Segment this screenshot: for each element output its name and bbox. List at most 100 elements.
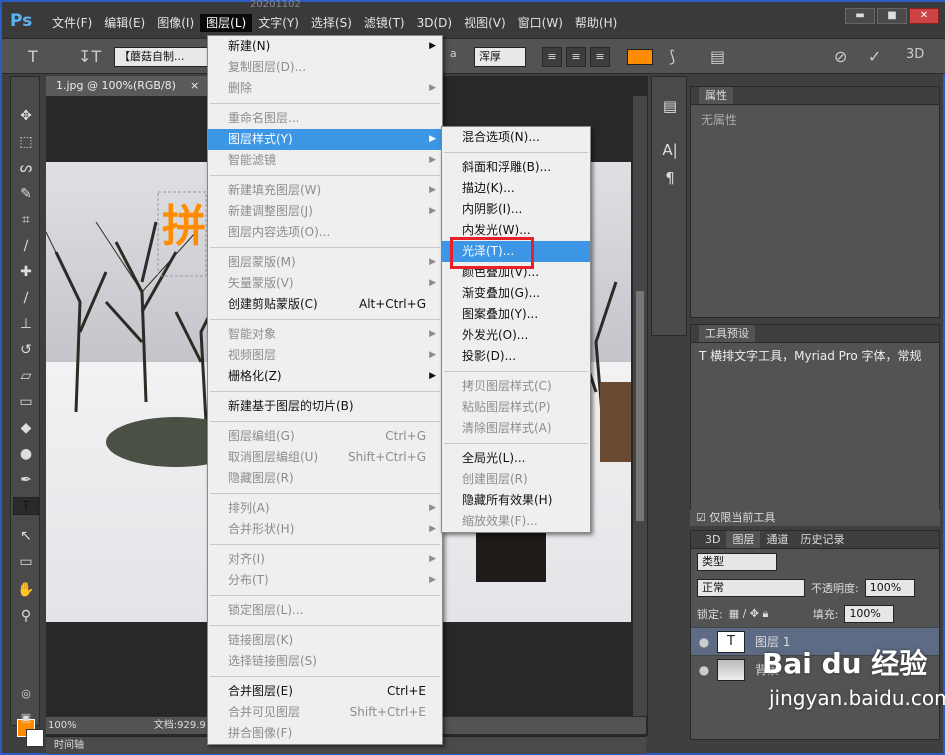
path-select-tool-icon[interactable]: ↖ [13,525,39,547]
layers-tab-3[interactable]: 历史记录 [794,531,850,548]
screen-mode-icon[interactable]: ▣ [13,707,39,729]
history-panel-icon[interactable]: ▤ [660,97,680,115]
submenu-arrow-icon: ▶ [429,350,436,360]
menu-item-label: 图层内容选项(O)... [228,225,331,239]
menu-8[interactable]: 视图(V) [458,14,512,32]
align-right-button[interactable]: ≡ [590,47,610,67]
brush-tool-icon[interactable]: ∕ [13,287,39,309]
text-orientation-icon[interactable]: ↧T [78,47,101,66]
menu-item[interactable]: 图层样式(Y) ▶ [208,129,442,150]
menu-item[interactable]: 隐藏所有效果(H) [442,490,590,511]
maximize-button[interactable]: ■ [877,8,907,24]
type-tool-icon[interactable]: T [13,497,39,515]
pen-tool-icon[interactable]: ✒ [13,469,39,491]
menu-item-label: 拷贝图层样式(C) [462,379,552,393]
menu-item[interactable]: 栅格化(Z) ▶ [208,366,442,387]
visibility-eye-icon[interactable]: ● [691,635,717,649]
blend-mode-select[interactable]: 正常 [697,579,805,597]
blur-tool-icon[interactable]: ◆ [13,417,39,439]
opacity-input[interactable]: 100% [864,579,915,597]
lasso-tool-icon[interactable]: ᔕ [13,157,39,179]
menu-item-label: 渐变叠加(G)... [462,286,541,300]
preset-item[interactable]: T 横排文字工具，Myriad Pro 字体，常规 [691,343,939,368]
menu-item[interactable]: 投影(D)... [442,346,590,367]
menu-0[interactable]: 文件(F) [46,14,98,32]
menu-6[interactable]: 滤镜(T) [358,14,411,32]
antialias-select[interactable]: 浑厚 [474,47,526,67]
menu-item-label: 粘贴图层样式(P) [462,400,551,414]
menu-item-label: 全局光(L)... [462,451,526,465]
lock-icons[interactable]: ▦ ∕ ✥ 🔒︎ [729,607,807,621]
crop-tool-icon[interactable]: ⌗ [13,209,39,231]
paragraph-icon[interactable]: ¶ [660,169,680,187]
menu-4[interactable]: 文字(Y) [252,14,305,32]
zoom-tool-icon[interactable]: ⚲ [13,605,39,627]
character-panel-icon[interactable]: ▤ [710,47,725,66]
vertical-scrollbar[interactable] [633,96,647,716]
layers-tab-1[interactable]: 图层 [726,531,761,548]
dodge-tool-icon[interactable]: ● [13,443,39,465]
cancel-icon[interactable]: ⊘ [834,47,847,66]
menu-item: 新建调整图层(J) ▶ [208,201,442,222]
fill-input[interactable]: 100% [844,605,895,623]
align-left-button[interactable]: ≡ [542,47,562,67]
document-tab[interactable]: 1.jpg @ 100%(RGB/8) × [46,76,211,96]
commit-icon[interactable]: ✓ [868,47,881,66]
layers-tab-0[interactable]: 3D [699,531,726,548]
menu-2[interactable]: 图像(I) [151,14,200,32]
character-icon[interactable]: A| [660,141,680,159]
healing-tool-icon[interactable]: ✚ [13,261,39,283]
scrollbar-thumb[interactable] [636,291,644,521]
menu-item: 取消图层编组(U) Shift+Ctrl+G [208,447,442,468]
eraser-tool-icon[interactable]: ▱ [13,365,39,387]
close-tab-icon[interactable]: × [190,79,199,92]
menu-item[interactable]: 描边(K)... [442,178,590,199]
canvas-text[interactable]: 拼 [162,190,206,254]
layer-filter-select[interactable]: 类型 [697,553,777,571]
menu-item[interactable]: 混合选项(N)... [442,127,590,148]
font-family-select[interactable]: 【蘑菇自制... [114,47,214,67]
menu-9[interactable]: 窗口(W) [512,14,569,32]
layers-tab-2[interactable]: 通道 [760,531,794,548]
text-color-swatch[interactable] [627,49,653,65]
zoom-level[interactable]: 100% [48,720,77,731]
align-center-button[interactable]: ≡ [566,47,586,67]
shape-tool-icon[interactable]: ▭ [13,551,39,573]
history-brush-tool-icon[interactable]: ↺ [13,339,39,361]
close-button[interactable]: ✕ [909,8,939,24]
menu-item[interactable]: 新建基于图层的切片(B) [208,396,442,417]
quick-mask-icon[interactable]: ◎ [13,683,39,705]
menu-item[interactable]: 全局光(L)... [442,448,590,469]
visibility-eye-icon[interactable]: ● [691,663,717,677]
menu-item: 选择链接图层(S) [208,651,442,672]
menu-7[interactable]: 3D(D) [411,14,458,32]
menu-item[interactable]: 外发光(O)... [442,325,590,346]
current-tool-checkbox[interactable]: ☑ [696,511,706,524]
warp-text-icon[interactable]: ⟆ [669,47,675,66]
threed-button[interactable]: 3D [906,47,924,62]
background-color-swatch[interactable] [26,729,44,747]
menu-item[interactable]: 斜面和浮雕(B)... [442,157,590,178]
properties-tab[interactable]: 属性 [699,87,733,104]
menu-item[interactable]: 图案叠加(Y)... [442,304,590,325]
text-tool-icon[interactable]: T [28,47,38,66]
quick-select-tool-icon[interactable]: ✎ [13,183,39,205]
eyedropper-tool-icon[interactable]: ∕ [13,235,39,257]
menu-1[interactable]: 编辑(E) [98,14,151,32]
gradient-tool-icon[interactable]: ▭ [13,391,39,413]
menu-3[interactable]: 图层(L) [200,14,253,32]
menu-item[interactable]: 创建剪贴蒙版(C) Alt+Ctrl+G [208,294,442,315]
presets-tab[interactable]: 工具预设 [699,325,755,342]
move-tool-icon[interactable]: ✥ [13,105,39,127]
marquee-tool-icon[interactable]: ⬚ [13,131,39,153]
menu-item[interactable]: 渐变叠加(G)... [442,283,590,304]
menu-separator [444,371,588,372]
minimize-button[interactable]: ▬ [845,8,875,24]
menu-item[interactable]: 内阴影(I)... [442,199,590,220]
menu-item[interactable]: 新建(N) ▶ [208,36,442,57]
hand-tool-icon[interactable]: ✋ [13,579,39,601]
menu-10[interactable]: 帮助(H) [569,14,623,32]
stamp-tool-icon[interactable]: ⊥ [13,313,39,335]
menu-item[interactable]: 合并图层(E) Ctrl+E [208,681,442,702]
menu-5[interactable]: 选择(S) [305,14,358,32]
